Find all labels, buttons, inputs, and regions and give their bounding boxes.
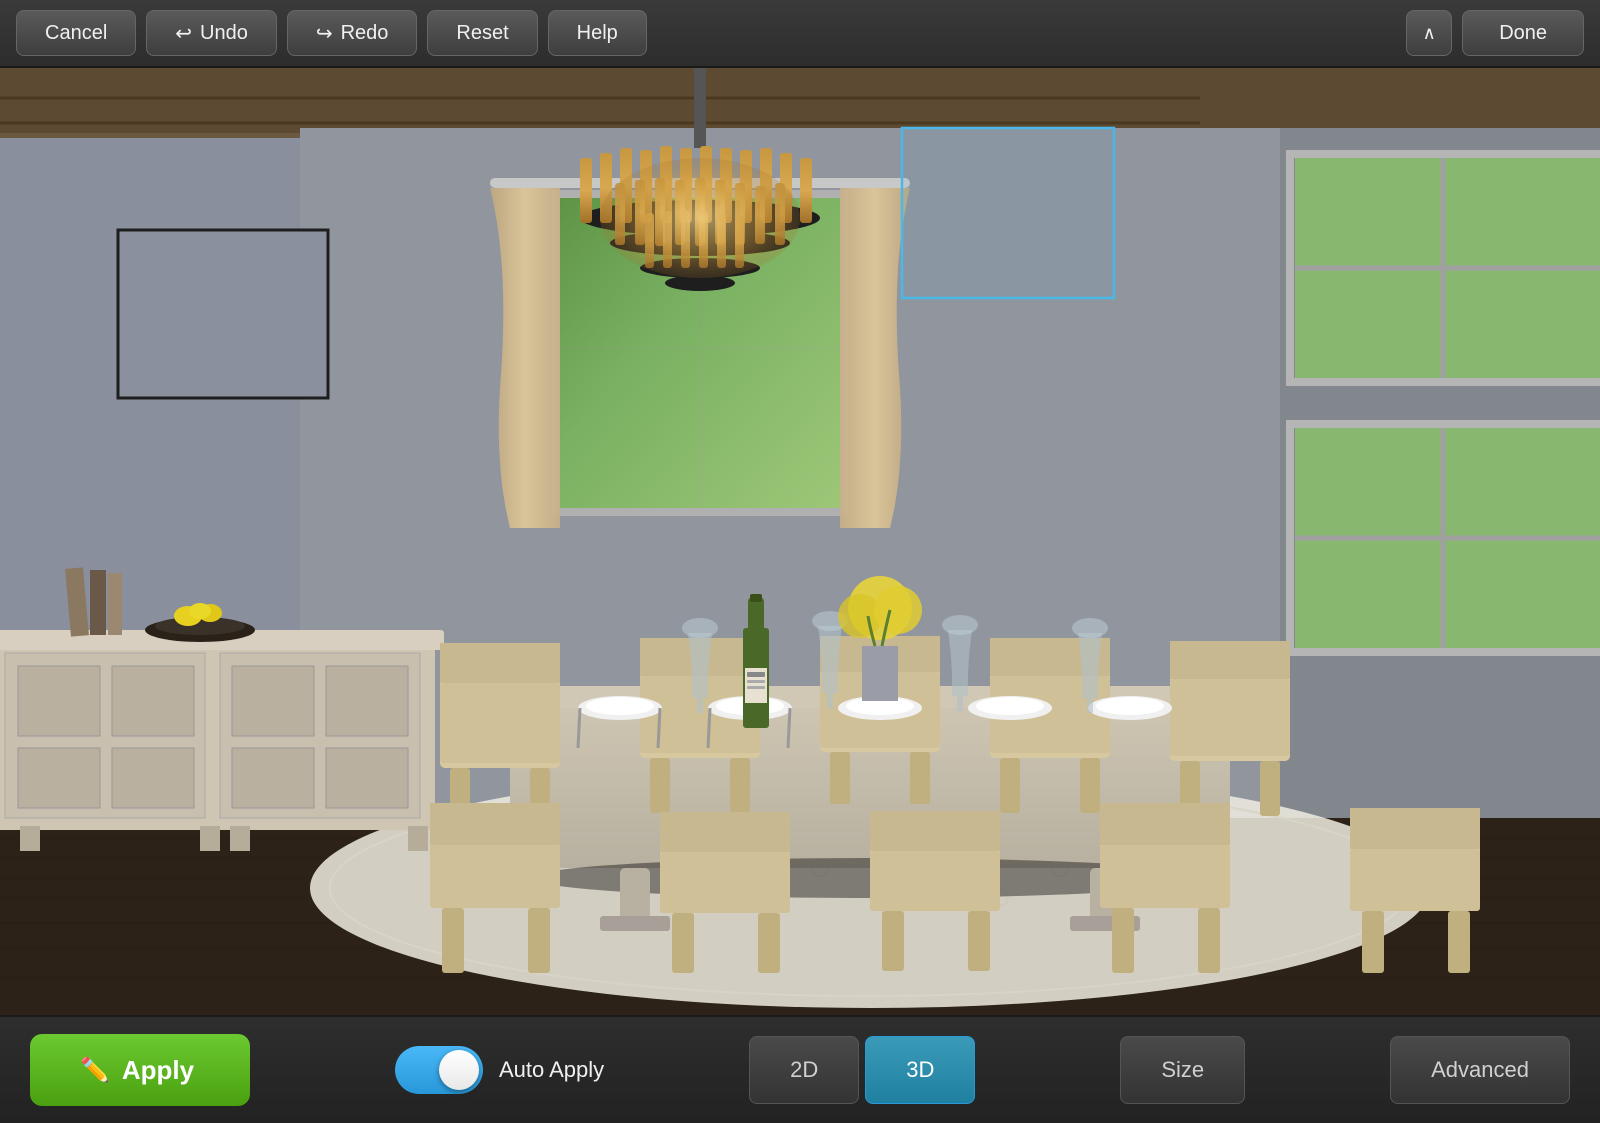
- apply-label: Apply: [122, 1055, 194, 1086]
- auto-apply-group: Auto Apply: [395, 1046, 604, 1094]
- advanced-button[interactable]: Advanced: [1390, 1036, 1570, 1104]
- advanced-label: Advanced: [1431, 1057, 1529, 1082]
- cancel-label: Cancel: [45, 22, 107, 45]
- undo-icon: ↩: [175, 21, 192, 46]
- help-button[interactable]: Help: [548, 10, 647, 56]
- auto-apply-toggle[interactable]: [395, 1046, 483, 1094]
- view-3d-label: 3D: [906, 1057, 934, 1082]
- top-toolbar: Cancel ↩ Undo ↪ Redo Reset Help ∧ Done: [0, 0, 1600, 68]
- view-mode-group: 2D 3D: [749, 1036, 975, 1104]
- toggle-knob: [439, 1050, 479, 1090]
- help-label: Help: [577, 22, 618, 45]
- done-button[interactable]: Done: [1462, 10, 1584, 56]
- chevron-up-icon: ∧: [1423, 23, 1436, 44]
- cancel-button[interactable]: Cancel: [16, 10, 136, 56]
- done-label: Done: [1499, 22, 1547, 45]
- apply-button[interactable]: ✏️ Apply: [30, 1034, 250, 1106]
- chevron-up-button[interactable]: ∧: [1406, 10, 1452, 56]
- redo-icon: ↪: [316, 21, 333, 46]
- redo-label: Redo: [341, 22, 389, 45]
- size-button[interactable]: Size: [1120, 1036, 1245, 1104]
- scene-area[interactable]: [0, 68, 1600, 1015]
- auto-apply-label: Auto Apply: [499, 1057, 604, 1083]
- view-2d-label: 2D: [790, 1057, 818, 1082]
- bottom-toolbar: ✏️ Apply Auto Apply 2D 3D Size Advanced: [0, 1015, 1600, 1123]
- redo-button[interactable]: ↪ Redo: [287, 10, 418, 56]
- reset-button[interactable]: Reset: [427, 10, 537, 56]
- view-2d-button[interactable]: 2D: [749, 1036, 859, 1104]
- room-scene: [0, 68, 1600, 1015]
- undo-label: Undo: [200, 22, 248, 45]
- view-3d-button[interactable]: 3D: [865, 1036, 975, 1104]
- apply-icon: ✏️: [80, 1056, 110, 1085]
- reset-label: Reset: [456, 22, 508, 45]
- size-label: Size: [1161, 1057, 1204, 1082]
- undo-button[interactable]: ↩ Undo: [146, 10, 277, 56]
